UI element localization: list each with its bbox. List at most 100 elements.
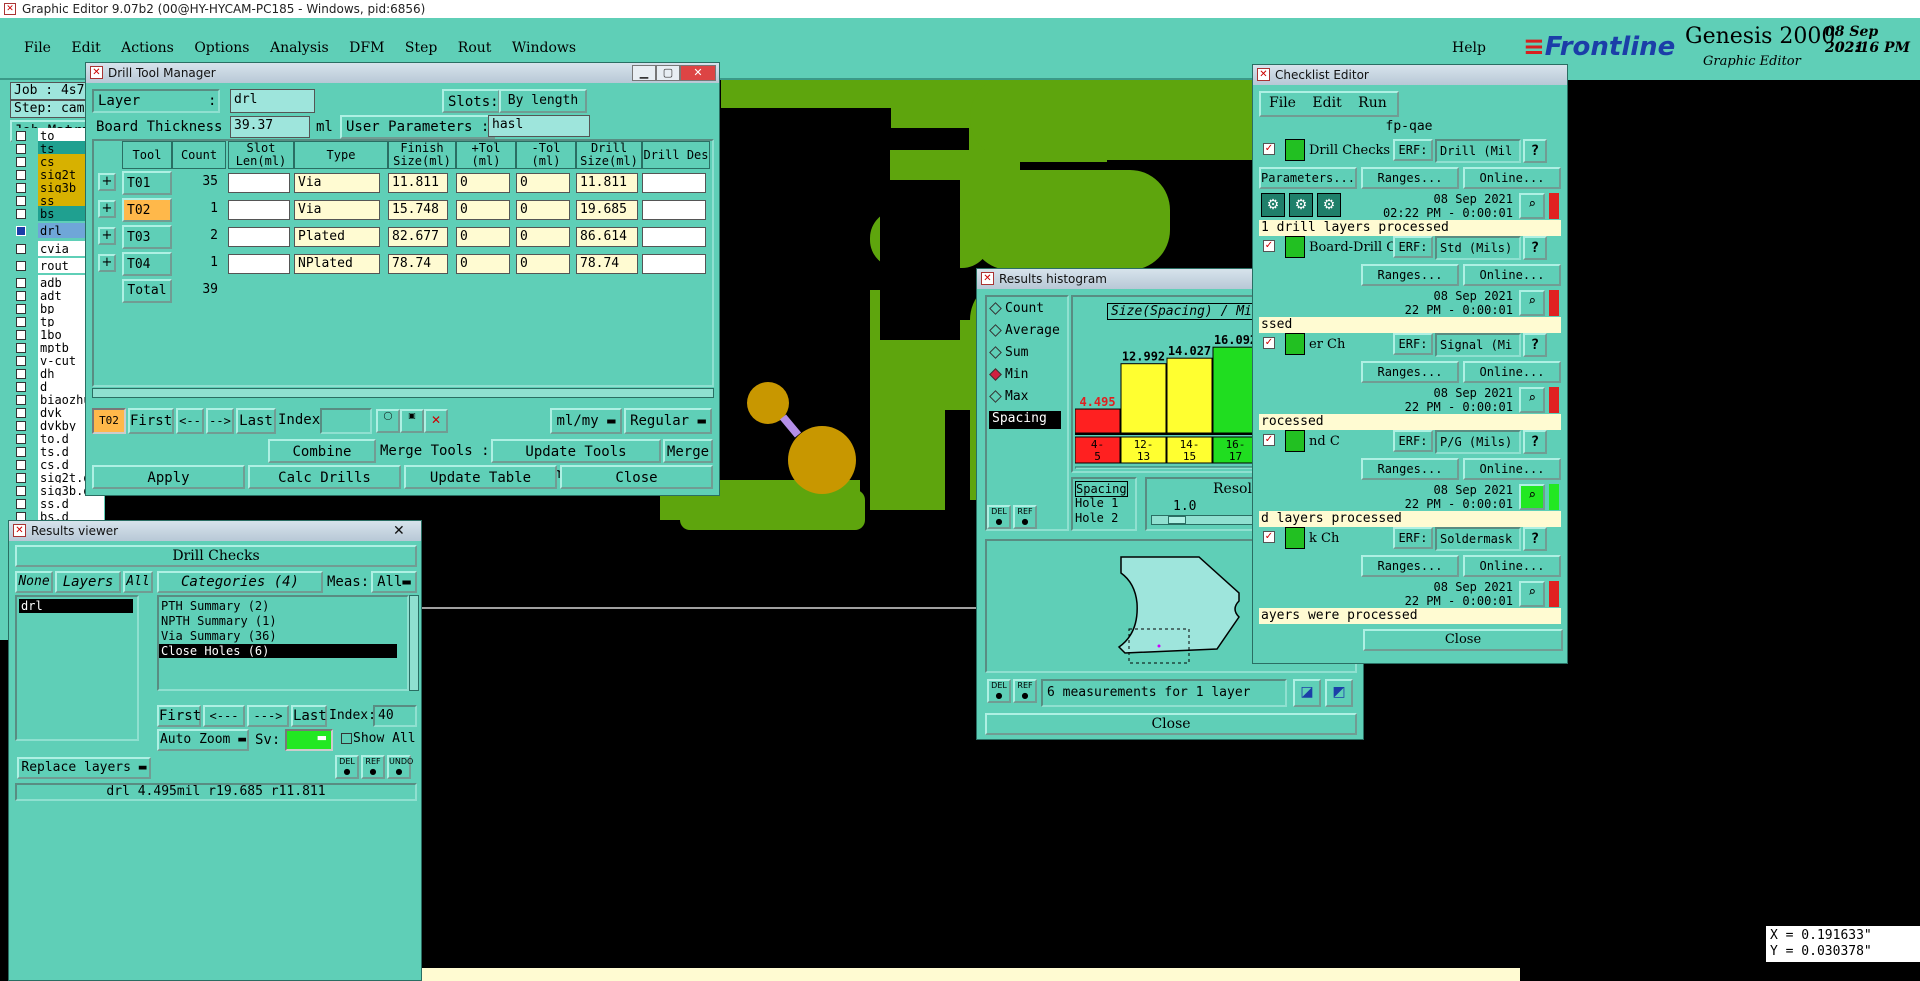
layer-checkbox[interactable] [16, 196, 26, 206]
rv-category-item[interactable]: Via Summary (36) [159, 629, 397, 643]
rv-ref-button[interactable]: REF ● [361, 755, 385, 779]
ce-menu-run[interactable]: Run [1358, 95, 1387, 111]
layer-checkbox[interactable] [16, 209, 26, 219]
dtm-mtol-field[interactable]: 0 [516, 200, 570, 220]
rh-list-item[interactable]: Spacing [989, 411, 1061, 429]
dtm-prev-button[interactable]: <-- [176, 408, 204, 434]
dtm-drill-field[interactable]: 86.614 [576, 227, 638, 247]
layer-checkbox[interactable] [16, 382, 26, 392]
layer-checkbox[interactable] [16, 447, 26, 457]
dtm-drill-des-field[interactable] [642, 173, 706, 193]
dtm-slot-len-field[interactable] [228, 227, 290, 247]
dtm-finish-field[interactable]: 82.677 [388, 227, 448, 247]
ce-erf-field[interactable]: P/G (Mils) [1435, 430, 1521, 454]
ce-run-icon[interactable]: ⚙ [1317, 193, 1341, 217]
rv-prev-button[interactable]: <--- [203, 705, 245, 727]
layer-checkbox[interactable] [16, 369, 26, 379]
ce-online-button[interactable]: Online... [1463, 555, 1561, 577]
rv-layer-list[interactable] [15, 595, 139, 741]
rh-export-icon[interactable]: ◪ [1293, 679, 1321, 707]
rh-ref-button[interactable]: REF ● [1013, 505, 1037, 529]
dtm-row-expand-icon[interactable]: + [98, 227, 116, 245]
ce-help-button[interactable]: ? [1523, 333, 1547, 357]
rh-del-button[interactable]: DEL ● [987, 505, 1011, 529]
dtm-tool-cell[interactable]: T04 [122, 252, 172, 276]
dtm-merge-select[interactable]: Update Tools Numbers ▬ [491, 439, 661, 482]
layer-checkbox[interactable] [16, 144, 26, 154]
ce-menu-file[interactable]: File [1269, 95, 1296, 111]
ce-online-button[interactable]: Online... [1463, 167, 1561, 189]
ce-run-icon[interactable]: ⚙ [1261, 193, 1285, 217]
dtm-finish-field[interactable]: 11.811 [388, 173, 448, 193]
dtm-icon-save[interactable]: ▣ [400, 409, 424, 433]
ce-item-checkbox[interactable]: ✓ [1263, 337, 1275, 349]
dtm-update-button[interactable]: Update Table [404, 465, 557, 489]
dtm-drill-field[interactable]: 78.74 [576, 254, 638, 274]
ce-erf-field[interactable]: Soldermask [1435, 527, 1521, 551]
rv-category-scrollbar[interactable] [409, 595, 419, 691]
ce-erf-field[interactable]: Drill (Mil [1435, 139, 1521, 163]
ce-help-button[interactable]: ? [1523, 236, 1547, 260]
rv-index-field[interactable]: 40 [373, 705, 417, 727]
ce-online-button[interactable]: Online... [1463, 361, 1561, 383]
ce-item-checkbox[interactable]: ✓ [1263, 143, 1275, 155]
dtm-close-button[interactable]: Close [560, 465, 713, 489]
ce-zoom-icon[interactable]: ⌕ [1519, 193, 1545, 219]
ce-run-icon[interactable]: ⚙ [1289, 193, 1313, 217]
ce-erf-field[interactable]: Std (Mils) [1435, 236, 1521, 260]
ce-item-checkbox[interactable]: ✓ [1263, 240, 1275, 252]
rh-del2-button[interactable]: DEL ● [987, 679, 1011, 703]
ce-erf-field[interactable]: Signal (Mi [1435, 333, 1521, 357]
dtm-drill-des-field[interactable] [642, 227, 706, 247]
ce-zoom-icon[interactable]: ⌕ [1519, 581, 1545, 607]
layer-checkbox[interactable] [16, 244, 26, 254]
rh-spacing-item[interactable]: Hole 1 [1075, 496, 1118, 510]
rh-slider-thumb[interactable] [1168, 516, 1186, 524]
dtm-drill-des-field[interactable] [642, 200, 706, 220]
dtm-combine-button[interactable]: Combine Tools [268, 439, 376, 482]
layer-checkbox[interactable] [16, 226, 26, 236]
ce-ranges-button[interactable]: Ranges... [1361, 264, 1459, 286]
ce-ranges-button[interactable]: Ranges... [1361, 167, 1459, 189]
layer-checkbox[interactable] [16, 460, 26, 470]
ce-item-name[interactable]: k Ch [1309, 531, 1397, 546]
dtm-slot-len-field[interactable] [228, 200, 290, 220]
dtm-drill-field[interactable]: 11.811 [576, 173, 638, 193]
layer-checkbox[interactable] [16, 356, 26, 366]
layer-checkbox[interactable] [16, 343, 26, 353]
dtm-minimize-button[interactable]: ▁ [632, 65, 656, 81]
layer-checkbox[interactable] [16, 291, 26, 301]
dtm-icon-bulb[interactable]: ◯ [376, 409, 400, 433]
ce-help-button[interactable]: ? [1523, 527, 1547, 551]
dtm-slot-len-field[interactable] [228, 254, 290, 274]
ce-item-name[interactable]: Board-Drill Che [1309, 240, 1397, 255]
ce-item-name[interactable]: er Ch [1309, 337, 1397, 352]
menu-windows[interactable]: Windows [512, 40, 576, 56]
layer-checkbox[interactable] [16, 434, 26, 444]
dtm-row-expand-icon[interactable]: + [98, 200, 116, 218]
dtm-thickness-field[interactable]: 39.37 [230, 116, 310, 138]
ce-online-button[interactable]: Online... [1463, 264, 1561, 286]
dtm-maximize-button[interactable]: ▢ [656, 65, 680, 81]
dtm-type-select[interactable]: Via [294, 200, 380, 220]
layer-checkbox[interactable] [16, 278, 26, 288]
layer-checkbox[interactable] [16, 395, 26, 405]
ce-item-checkbox[interactable]: ✓ [1263, 531, 1275, 543]
layer-checkbox[interactable] [16, 317, 26, 327]
dtm-tool-cell[interactable]: T02 [122, 198, 172, 222]
rv-category-item[interactable]: Close Holes (6) [159, 644, 397, 658]
dtm-mtol-field[interactable]: 0 [516, 173, 570, 193]
dtm-units-select[interactable]: ml/my ▬ [550, 408, 622, 434]
dtm-slots-select[interactable]: By length ▬ [499, 89, 587, 128]
dtm-apply-button[interactable]: Apply [92, 465, 245, 489]
layer-checkbox[interactable] [16, 408, 26, 418]
dtm-type-select[interactable]: Via [294, 173, 380, 193]
layer-checkbox[interactable] [16, 421, 26, 431]
menu-dfm[interactable]: DFM [349, 40, 384, 56]
ce-menu-edit[interactable]: Edit [1312, 95, 1341, 111]
layer-checkbox[interactable] [16, 183, 26, 193]
rv-category-item[interactable]: NPTH Summary (1) [159, 614, 397, 628]
rv-show-all-checkbox[interactable] [341, 733, 352, 744]
menu-help[interactable]: Help [1452, 40, 1486, 56]
dtm-close-icon[interactable]: ✕ [680, 65, 716, 81]
